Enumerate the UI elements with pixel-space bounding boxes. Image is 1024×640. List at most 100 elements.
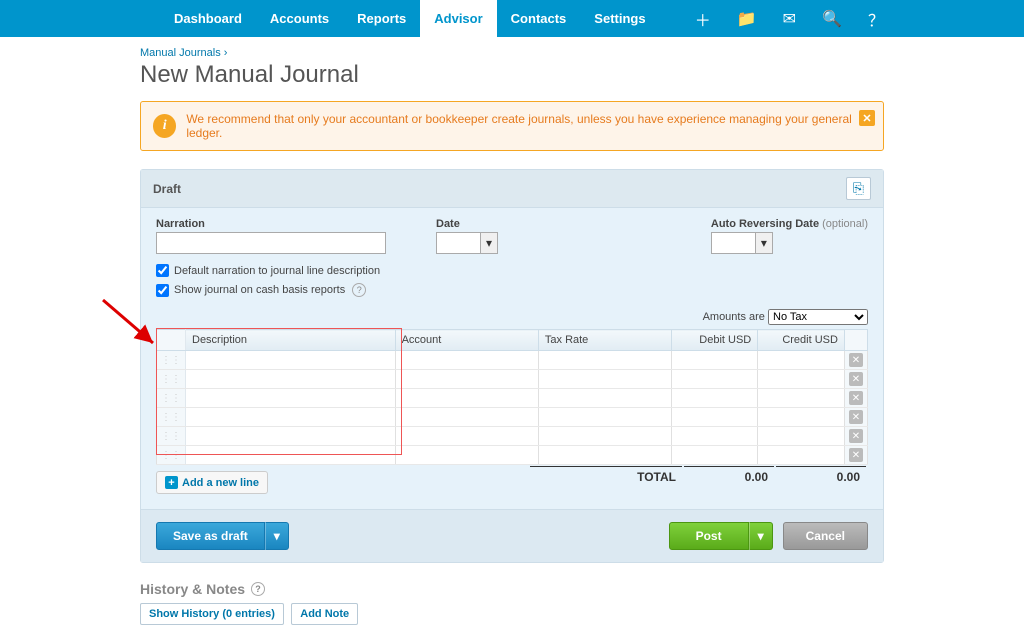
cell-account[interactable] — [395, 446, 538, 465]
cell-account[interactable] — [395, 427, 538, 446]
tab-dashboard[interactable]: Dashboard — [160, 0, 256, 37]
status-label: Draft — [153, 182, 181, 196]
cell-taxrate[interactable] — [538, 446, 671, 465]
cell-account[interactable] — [395, 389, 538, 408]
date-input[interactable] — [436, 232, 480, 254]
cash-basis-checkbox[interactable] — [156, 284, 169, 297]
table-row: ⋮⋮ ✕ — [157, 427, 868, 446]
cell-debit[interactable] — [671, 408, 757, 427]
cell-credit[interactable] — [758, 351, 845, 370]
cell-credit[interactable] — [758, 446, 845, 465]
history-title: History & Notes ? — [140, 581, 884, 597]
help-circle-icon[interactable]: ? — [352, 283, 366, 297]
total-debit: 0.00 — [684, 466, 774, 487]
cell-description[interactable] — [186, 446, 396, 465]
cell-description[interactable] — [186, 408, 396, 427]
search-icon[interactable]: 🔍 — [822, 9, 842, 29]
date-label: Date — [436, 218, 498, 230]
autorev-picker-button[interactable]: ▾ — [755, 232, 773, 254]
info-alert: i We recommend that only your accountant… — [140, 101, 884, 151]
cell-debit[interactable] — [671, 389, 757, 408]
help-icon[interactable]: ？ — [868, 7, 884, 31]
add-note-button[interactable]: Add Note — [291, 603, 358, 625]
cell-description[interactable] — [186, 370, 396, 389]
breadcrumb-sep: › — [224, 47, 228, 59]
amounts-row: Amounts are No Tax — [156, 309, 868, 325]
info-icon: i — [153, 114, 176, 138]
add-line-button[interactable]: + Add a new line — [156, 471, 268, 494]
save-draft-split: Save as draft ▾ — [156, 522, 289, 550]
cell-description[interactable] — [186, 351, 396, 370]
delete-row-icon[interactable]: ✕ — [849, 391, 863, 405]
table-row: ⋮⋮ ✕ — [157, 351, 868, 370]
tab-settings[interactable]: Settings — [580, 0, 659, 37]
delete-row-icon[interactable]: ✕ — [849, 410, 863, 424]
cell-taxrate[interactable] — [538, 351, 671, 370]
cell-debit[interactable] — [671, 427, 757, 446]
col-description: Description — [186, 330, 396, 351]
cell-account[interactable] — [395, 408, 538, 427]
post-dropdown[interactable]: ▾ — [749, 522, 773, 550]
drag-handle-icon[interactable]: ⋮⋮ — [161, 355, 181, 366]
date-picker-button[interactable]: ▾ — [480, 232, 498, 254]
narration-input[interactable] — [156, 232, 386, 254]
cell-taxrate[interactable] — [538, 408, 671, 427]
drag-handle-icon[interactable]: ⋮⋮ — [161, 412, 181, 423]
drag-handle-icon[interactable]: ⋮⋮ — [161, 393, 181, 404]
autorev-input[interactable] — [711, 232, 755, 254]
breadcrumb: Manual Journals › — [140, 47, 884, 59]
table-row: ⋮⋮ ✕ — [157, 408, 868, 427]
default-narration-checkbox[interactable] — [156, 264, 169, 277]
alert-text: We recommend that only your accountant o… — [186, 112, 871, 140]
cell-account[interactable] — [395, 351, 538, 370]
breadcrumb-parent[interactable]: Manual Journals — [140, 47, 221, 59]
cell-description[interactable] — [186, 389, 396, 408]
delete-row-icon[interactable]: ✕ — [849, 353, 863, 367]
copy-icon[interactable]: ⎘ — [846, 177, 871, 200]
delete-row-icon[interactable]: ✕ — [849, 372, 863, 386]
folder-icon[interactable]: 📁 — [737, 9, 757, 29]
drag-handle-icon[interactable]: ⋮⋮ — [161, 450, 181, 461]
delete-row-icon[interactable]: ✕ — [849, 448, 863, 462]
total-label: TOTAL — [530, 466, 682, 487]
cell-credit[interactable] — [758, 408, 845, 427]
cell-debit[interactable] — [671, 351, 757, 370]
col-debit: Debit USD — [671, 330, 757, 351]
cell-debit[interactable] — [671, 370, 757, 389]
autorev-field: Auto Reversing Date (optional) ▾ — [711, 218, 868, 254]
journal-panel: Draft ⎘ Narration Date ▾ Auto R — [140, 169, 884, 563]
drag-handle-icon[interactable]: ⋮⋮ — [161, 374, 181, 385]
cancel-button[interactable]: Cancel — [783, 522, 868, 550]
post-button[interactable]: Post — [669, 522, 749, 550]
mail-icon[interactable]: ✉ — [783, 9, 796, 29]
delete-row-icon[interactable]: ✕ — [849, 429, 863, 443]
cell-debit[interactable] — [671, 446, 757, 465]
drag-handle-icon[interactable]: ⋮⋮ — [161, 431, 181, 442]
panel-header: Draft ⎘ — [141, 170, 883, 208]
cell-credit[interactable] — [758, 427, 845, 446]
cell-taxrate[interactable] — [538, 370, 671, 389]
lines-grid-wrap: Description Account Tax Rate Debit USD C… — [156, 329, 868, 465]
plus-icon[interactable]: ＋ — [695, 7, 711, 31]
total-credit: 0.00 — [776, 466, 866, 487]
cell-description[interactable] — [186, 427, 396, 446]
save-draft-dropdown[interactable]: ▾ — [265, 522, 289, 550]
col-taxrate: Tax Rate — [538, 330, 671, 351]
help-circle-icon[interactable]: ? — [251, 582, 265, 596]
cell-taxrate[interactable] — [538, 427, 671, 446]
save-draft-button[interactable]: Save as draft — [156, 522, 265, 550]
tab-reports[interactable]: Reports — [343, 0, 420, 37]
top-nav: Dashboard Accounts Reports Advisor Conta… — [0, 0, 1024, 37]
amounts-select[interactable]: No Tax — [768, 309, 868, 325]
tab-contacts[interactable]: Contacts — [497, 0, 581, 37]
alert-close-icon[interactable]: ✕ — [859, 110, 875, 126]
post-split: Post ▾ — [669, 522, 773, 550]
cell-taxrate[interactable] — [538, 389, 671, 408]
show-history-button[interactable]: Show History (0 entries) — [140, 603, 284, 625]
tab-accounts[interactable]: Accounts — [256, 0, 343, 37]
tab-advisor[interactable]: Advisor — [420, 0, 496, 37]
page-title: New Manual Journal — [140, 61, 884, 89]
cell-credit[interactable] — [758, 389, 845, 408]
cell-account[interactable] — [395, 370, 538, 389]
cell-credit[interactable] — [758, 370, 845, 389]
